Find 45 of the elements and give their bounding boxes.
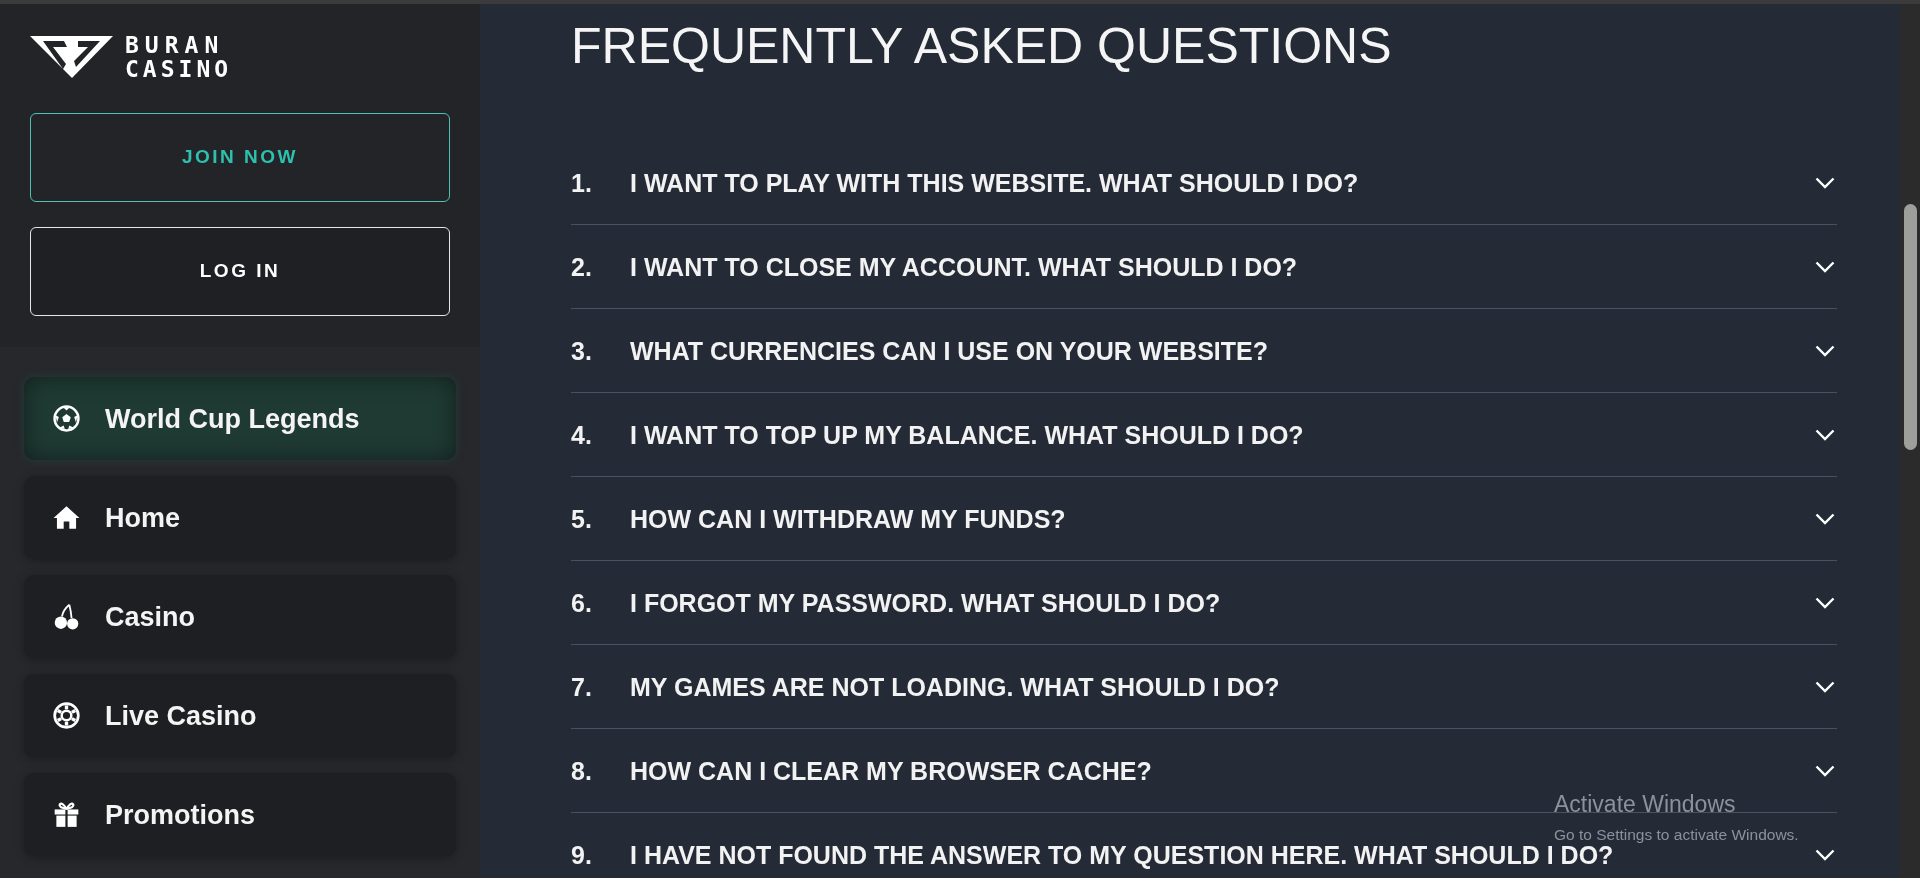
faq-question[interactable]: HOW CAN I WITHDRAW MY FUNDS? xyxy=(630,504,1815,533)
logo-icon xyxy=(30,36,113,78)
signup-button[interactable]: JOIN NOW xyxy=(30,113,450,202)
page-heading: FREQUENTLY ASKED QUESTIONS xyxy=(571,17,1392,76)
scrollbar-thumb[interactable] xyxy=(1903,204,1917,450)
soccer-ball-icon xyxy=(53,405,80,432)
gift-icon xyxy=(53,801,80,828)
faq-number: 7. xyxy=(571,672,593,701)
chevron-down-icon[interactable] xyxy=(1815,596,1835,609)
faq-number: 9. xyxy=(571,840,593,869)
activation-notice-title: Activate Windows xyxy=(1554,790,1736,818)
chevron-down-icon[interactable] xyxy=(1815,680,1835,693)
logo-text: CASINO xyxy=(125,57,233,81)
faq-number: 4. xyxy=(571,420,593,449)
faq-question[interactable]: I FORGOT MY PASSWORD. WHAT SHOULD I DO? xyxy=(630,588,1815,617)
sidebar-item[interactable]: Home xyxy=(24,476,456,559)
faq-question[interactable]: I WANT TO PLAY WITH THIS WEBSITE. WHAT SHOULD I DO? xyxy=(630,168,1815,197)
chevron-down-icon[interactable] xyxy=(1815,176,1835,189)
faq-number: 8. xyxy=(571,756,593,785)
sidebar-item[interactable]: Live Casino xyxy=(24,674,456,757)
chevron-down-icon[interactable] xyxy=(1815,848,1835,861)
activation-notice-text: Go to Settings to activate Windows. xyxy=(1554,825,1799,845)
chevron-down-icon[interactable] xyxy=(1815,260,1835,273)
chevron-down-icon[interactable] xyxy=(1815,512,1835,525)
sidebar-item[interactable]: Promotions xyxy=(24,773,456,856)
faq-number: 6. xyxy=(571,588,593,617)
faq-question[interactable]: WHAT CURRENCIES CAN I USE ON YOUR WEBSITE? xyxy=(630,336,1815,365)
chevron-down-icon[interactable] xyxy=(1815,764,1835,777)
chevron-down-icon[interactable] xyxy=(1815,428,1835,441)
faq-number: 2. xyxy=(571,252,593,281)
login-button[interactable]: LOG IN xyxy=(30,227,450,316)
sidebar-item[interactable]: World Cup Legends xyxy=(24,377,456,460)
faq-number: 3. xyxy=(571,336,593,365)
chevron-down-icon[interactable] xyxy=(1815,344,1835,357)
logo-text: BURAN xyxy=(125,33,226,57)
faq-question[interactable]: I WANT TO CLOSE MY ACCOUNT. WHAT SHOULD I DO? xyxy=(630,252,1815,281)
sidebar-item[interactable]: Casino xyxy=(24,575,456,658)
faq-question[interactable]: HOW CAN I CLEAR MY BROWSER CACHE? xyxy=(630,756,1815,785)
cherries-icon xyxy=(53,603,80,630)
faq-question[interactable]: I WANT TO TOP UP MY BALANCE. WHAT SHOULD I DO? xyxy=(630,420,1815,449)
faq-question[interactable]: MY GAMES ARE NOT LOADING. WHAT SHOULD I DO? xyxy=(630,672,1815,701)
faq-number: 1. xyxy=(571,168,593,197)
home-icon xyxy=(53,504,80,531)
faq-number: 5. xyxy=(571,504,593,533)
poker-chip-icon xyxy=(53,702,80,729)
